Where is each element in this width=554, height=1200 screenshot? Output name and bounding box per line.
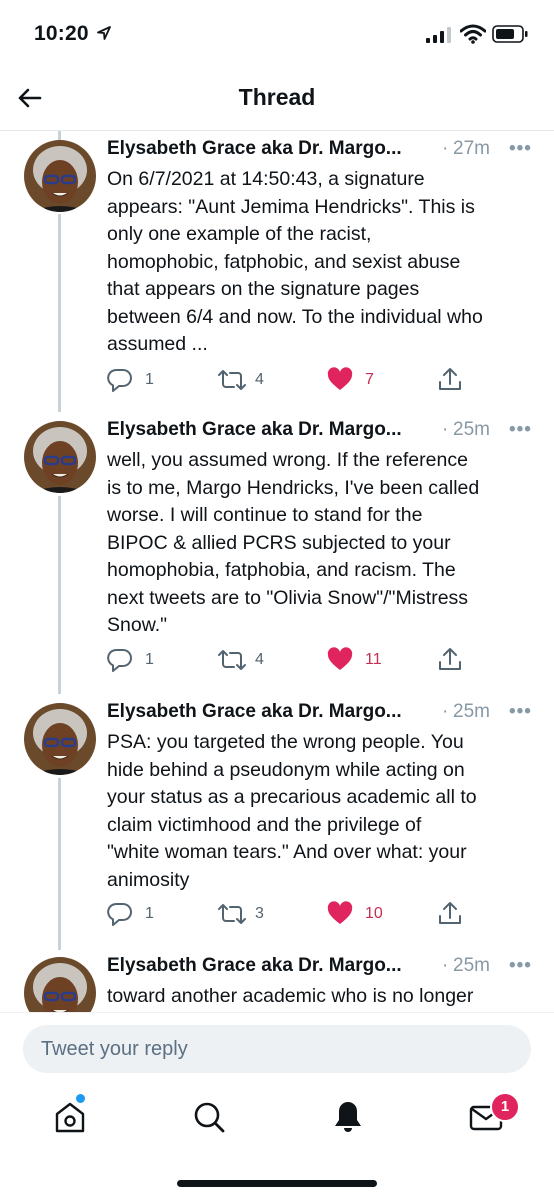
thread-header: Thread [0, 70, 554, 131]
messages-badge: 1 [490, 1092, 520, 1122]
tweet-header: Elysabeth Grace aka Dr. Margo... · 25m •… [107, 419, 537, 445]
author-name[interactable]: Elysabeth Grace aka Dr. Margo... [107, 955, 402, 977]
share-icon [439, 902, 461, 924]
more-options-icon[interactable]: ••• [509, 419, 532, 441]
retweet-count: 3 [255, 905, 264, 922]
tweet-header: Elysabeth Grace aka Dr. Margo... · 27m •… [107, 138, 537, 164]
like-count: 7 [365, 371, 374, 388]
like-count: 11 [365, 651, 382, 668]
status-time: 10:20 [34, 22, 89, 45]
avatar[interactable] [24, 703, 96, 775]
reply-composer: Tweet your reply [0, 1012, 554, 1083]
author-name[interactable]: Elysabeth Grace aka Dr. Margo... [107, 701, 402, 723]
retweet-icon [218, 650, 246, 670]
like-count: 10 [365, 905, 383, 922]
reply-count: 1 [145, 651, 154, 668]
home-indicator[interactable] [177, 1180, 377, 1187]
battery-icon [492, 25, 528, 43]
separator-dot: · [442, 955, 449, 976]
tweet-actions: 1 4 11 [107, 647, 537, 673]
retweet-count: 4 [255, 371, 264, 388]
retweet-icon [218, 370, 246, 390]
share-icon [439, 368, 461, 390]
more-options-icon[interactable]: ••• [509, 701, 532, 723]
bell-icon[interactable] [328, 1097, 368, 1137]
thread-connector [58, 496, 61, 694]
reply-icon [107, 648, 132, 672]
reply-icon [107, 902, 132, 926]
separator-dot: · [442, 138, 449, 159]
avatar[interactable] [24, 421, 96, 493]
thread-connector [58, 214, 61, 412]
search-icon[interactable] [189, 1097, 229, 1137]
timestamp: 25m [453, 419, 490, 440]
cellular-signal-icon [426, 27, 451, 43]
separator-dot: · [442, 419, 449, 440]
heart-icon [327, 901, 353, 924]
tweet-text: toward another academic who is no longer [107, 985, 474, 1007]
tweet-text: well, you assumed wrong. If the referenc… [107, 449, 480, 636]
thread-connector [58, 778, 61, 950]
wifi-icon [460, 24, 486, 44]
tweet-actions: 1 4 7 [107, 367, 537, 393]
more-options-icon[interactable]: ••• [509, 955, 532, 977]
page-title: Thread [238, 84, 316, 110]
tweet-header: Elysabeth Grace aka Dr. Margo... · 25m •… [107, 701, 537, 727]
author-name[interactable]: Elysabeth Grace aka Dr. Margo... [107, 138, 402, 160]
reply-count: 1 [145, 371, 154, 388]
separator-dot: · [442, 701, 449, 722]
tweet-text: PSA: you targeted the wrong people. You … [107, 731, 477, 891]
status-bar: 10:20 [0, 0, 554, 70]
timestamp: 25m [453, 701, 490, 722]
more-options-icon[interactable]: ••• [509, 138, 532, 160]
timestamp: 25m [453, 955, 490, 976]
share-icon [439, 648, 461, 670]
heart-icon [327, 647, 353, 670]
home-unread-dot [76, 1094, 85, 1103]
reply-icon [107, 368, 132, 392]
location-arrow-icon [97, 26, 111, 40]
heart-icon [327, 367, 353, 390]
home-icon[interactable] [50, 1097, 90, 1137]
author-name[interactable]: Elysabeth Grace aka Dr. Margo... [107, 419, 402, 441]
tweet-text: On 6/7/2021 at 14:50:43, a signature app… [107, 168, 483, 355]
avatar[interactable] [24, 140, 96, 212]
timestamp: 27m [453, 138, 490, 159]
tweet-actions: 1 3 10 [107, 901, 537, 927]
reply-count: 1 [145, 905, 154, 922]
tweet-header: Elysabeth Grace aka Dr. Margo... · 25m •… [107, 955, 537, 981]
reply-placeholder: Tweet your reply [41, 1038, 188, 1060]
reply-input[interactable]: Tweet your reply [23, 1025, 531, 1073]
retweet-count: 4 [255, 651, 264, 668]
retweet-icon [218, 904, 246, 924]
